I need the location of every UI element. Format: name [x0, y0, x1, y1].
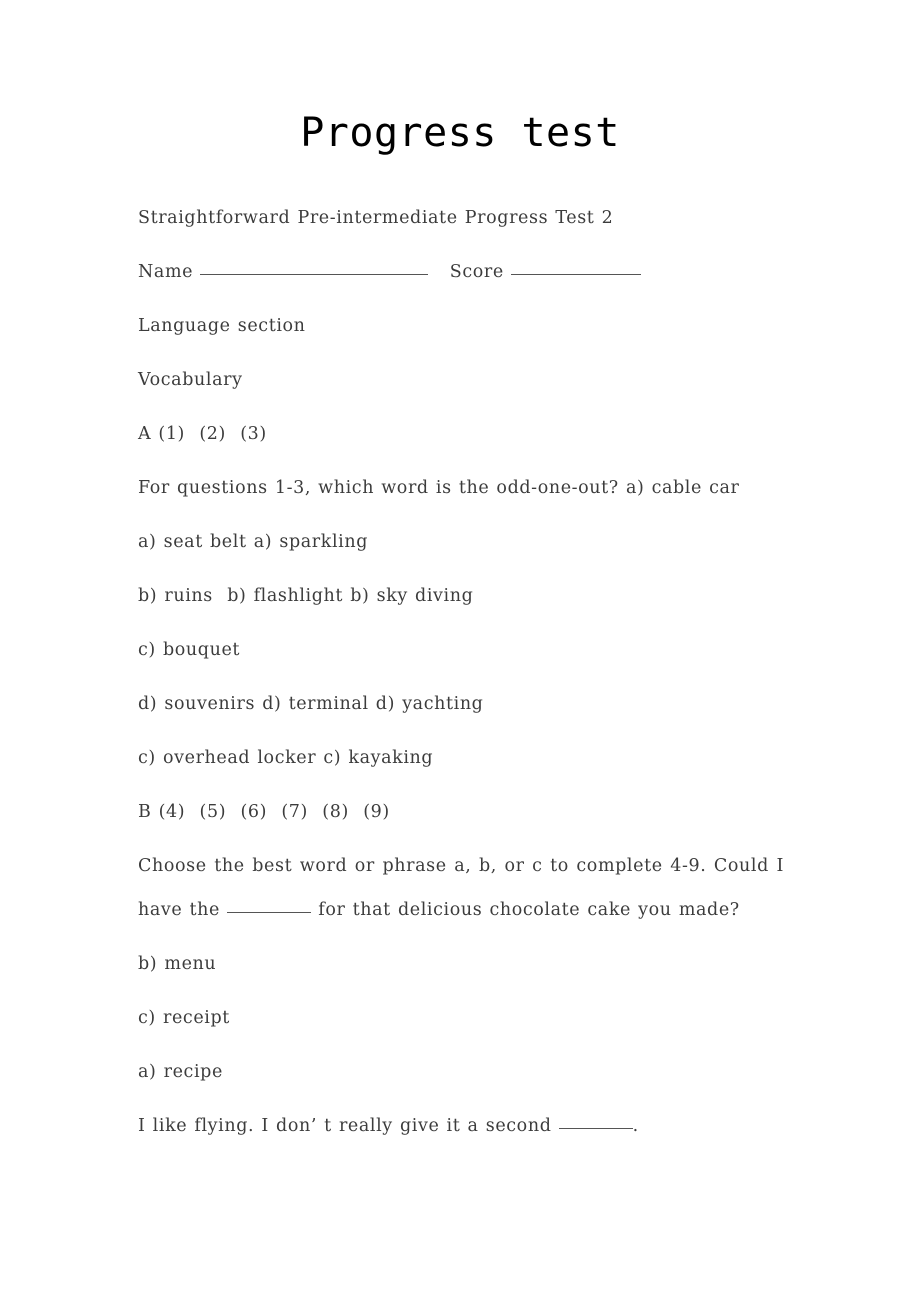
question-5-end: .	[632, 1116, 639, 1136]
part-a-option-1: a) seat belt a) sparkling	[138, 532, 369, 552]
section-heading-language: Language section	[138, 316, 306, 336]
part-b-instruction-end: for that delicious chocolate cake you ma…	[311, 900, 740, 920]
part-b-option-1: b) menu	[138, 954, 217, 974]
subsection-heading-vocabulary: Vocabulary	[138, 370, 243, 390]
name-blank[interactable]	[200, 274, 429, 275]
part-a-instruction: For questions 1-3, which word is the odd…	[138, 478, 740, 498]
part-b-option-3: a) recipe	[138, 1062, 223, 1082]
document-page: Progress test Straightforward Pre-interm…	[0, 0, 920, 1302]
part-b-header: B (4) (5) (6) (7) (8) (9)	[138, 802, 390, 822]
test-subtitle: Straightforward Pre-intermediate Progres…	[138, 208, 614, 228]
question-5-start: I like flying. I don’ t really give it a…	[138, 1116, 559, 1136]
question-5: I like flying. I don’ t really give it a…	[138, 1104, 784, 1148]
document-body: Straightforward Pre-intermediate Progres…	[138, 196, 784, 1158]
part-a-header: A (1) (2) (3)	[138, 424, 267, 444]
name-score-row: Name Score	[138, 250, 784, 294]
name-label: Name	[138, 262, 194, 282]
score-blank[interactable]	[511, 274, 642, 275]
part-a-option-2: b) ruins b) flashlight b) sky diving	[138, 586, 474, 606]
question-4-blank[interactable]	[227, 912, 312, 913]
part-a-option-4: d) souvenirs d) terminal d) yachting	[138, 694, 484, 714]
page-title: Progress test	[300, 110, 620, 156]
score-label: Score	[449, 262, 504, 282]
part-b-option-2: c) receipt	[138, 1008, 230, 1028]
part-a-option-5: c) overhead locker c) kayaking	[138, 748, 434, 768]
part-b-instruction: Choose the best word or phrase a, b, or …	[138, 844, 784, 932]
question-5-blank[interactable]	[558, 1128, 633, 1129]
part-a-option-3: c) bouquet	[138, 640, 241, 660]
